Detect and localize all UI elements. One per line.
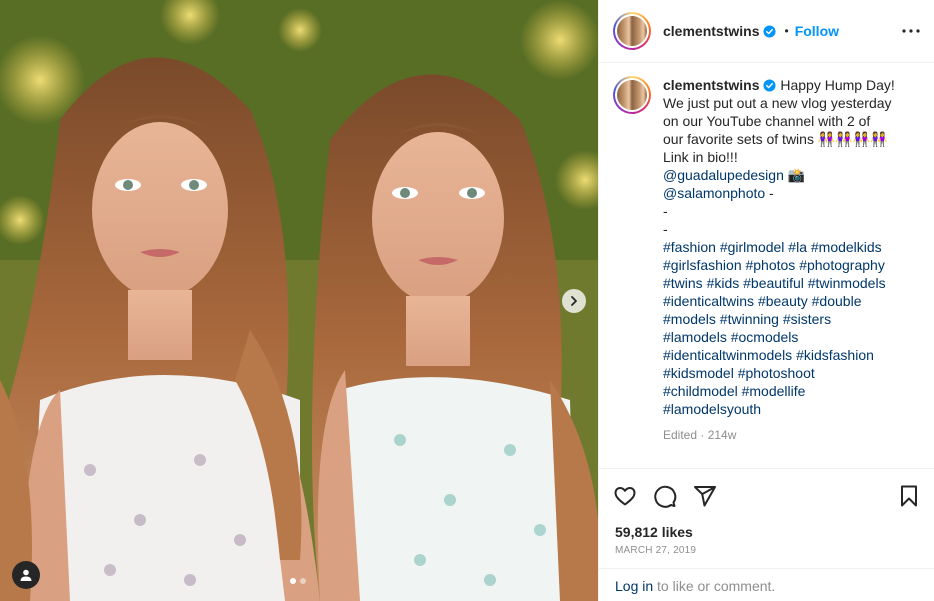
- comment-prompt: Log in to like or comment.: [599, 568, 934, 601]
- like-button[interactable]: [613, 484, 637, 508]
- avatar-image: [617, 80, 647, 110]
- hashtag-line[interactable]: #fashion #girlmodel #la #modelkids: [663, 238, 909, 256]
- post-date: MARCH 27, 2019: [615, 545, 697, 556]
- hashtag-line[interactable]: #models #twinning #sisters: [663, 310, 909, 328]
- caption-line: Link in bio!!!: [663, 149, 738, 165]
- post-photo[interactable]: [0, 0, 598, 601]
- bookmark-icon: [901, 485, 917, 507]
- carousel-dot: [300, 578, 306, 584]
- save-button[interactable]: [897, 484, 921, 508]
- mention-suffix: -: [765, 185, 774, 201]
- mention-link[interactable]: @salamonphoto: [663, 185, 765, 201]
- caption-line: We just put out a new vlog yesterday: [663, 95, 892, 111]
- user-tag-icon: [20, 569, 32, 581]
- hashtag-line[interactable]: #lamodelsyouth: [663, 400, 909, 418]
- post-caption: clementstwins Happy Hump Day! We just pu…: [663, 76, 909, 468]
- chevron-right-icon: [571, 296, 577, 306]
- follow-button[interactable]: Follow: [795, 23, 839, 39]
- comment-icon: [654, 485, 677, 508]
- caption-avatar[interactable]: [613, 76, 651, 114]
- avatar-image: [617, 16, 647, 46]
- caption-username[interactable]: clementstwins: [663, 77, 759, 93]
- hashtag-line[interactable]: #girlsfashion #photos #photography: [663, 256, 909, 274]
- verified-badge-icon: [763, 24, 777, 38]
- more-options-button[interactable]: [902, 29, 920, 33]
- carousel-indicator: [290, 578, 306, 584]
- caption-line: on our YouTube channel with 2 of: [663, 113, 871, 129]
- edited-timestamp: Edited · 214w: [663, 428, 737, 442]
- post-actions: [599, 470, 934, 522]
- twins-photo-illustration: [0, 0, 598, 601]
- heart-icon: [614, 487, 636, 506]
- hashtag-line[interactable]: #twins #kids #beautiful #twinmodels: [663, 274, 909, 292]
- header-separator: •: [784, 24, 789, 38]
- hashtag-line[interactable]: #childmodel #modellife: [663, 382, 909, 400]
- login-link[interactable]: Log in: [615, 578, 653, 594]
- verified-badge-icon: [763, 79, 777, 92]
- profile-avatar[interactable]: [613, 12, 651, 50]
- caption-line: our favorite sets of twins 👭👭👭👭: [663, 131, 888, 147]
- header-username[interactable]: clementstwins: [663, 23, 759, 39]
- carousel-next-button[interactable]: [562, 289, 586, 313]
- likes-count[interactable]: 59,812 likes: [615, 524, 693, 540]
- comment-button[interactable]: [653, 484, 677, 508]
- caption-dash: -: [663, 221, 668, 237]
- caption-line: Happy Hump Day!: [780, 77, 895, 93]
- hashtag-line[interactable]: #lamodels #ocmodels: [663, 328, 909, 346]
- hashtag-line[interactable]: #identicaltwinmodels #kidsfashion: [663, 346, 909, 364]
- post-side-panel: clementstwins • Follow clementstwins Hap…: [598, 0, 934, 601]
- mention-suffix: 📸: [783, 167, 806, 183]
- carousel-dot-active: [290, 578, 296, 584]
- post-header: clementstwins • Follow: [599, 0, 934, 63]
- hashtag-line[interactable]: #identicaltwins #beauty #double: [663, 292, 909, 310]
- share-button[interactable]: [693, 484, 717, 508]
- caption-dash: -: [663, 203, 668, 219]
- mention-link[interactable]: @guadalupedesign: [663, 167, 784, 183]
- share-icon: [694, 486, 716, 507]
- comment-prompt-text: to like or comment.: [653, 578, 776, 594]
- more-options-icon: [902, 29, 920, 33]
- tagged-users-button[interactable]: [12, 561, 40, 589]
- caption-section: clementstwins Happy Hump Day! We just pu…: [599, 64, 934, 469]
- hashtag-line[interactable]: #kidsmodel #photoshoot: [663, 364, 909, 382]
